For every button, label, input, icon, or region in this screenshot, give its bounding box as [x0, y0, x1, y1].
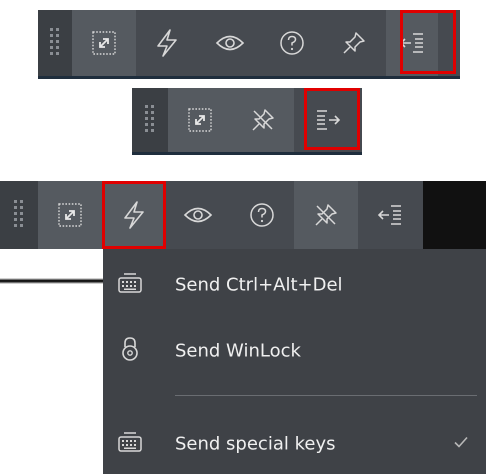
remote-desktop-background: [423, 181, 486, 249]
help-button[interactable]: [230, 181, 294, 249]
help-button[interactable]: [262, 10, 322, 76]
pin-button[interactable]: [322, 10, 386, 76]
eye-icon: [215, 35, 245, 51]
pin-icon: [343, 32, 365, 54]
eye-icon: [183, 207, 213, 223]
unpin-icon: [252, 109, 274, 131]
grip-icon: [145, 105, 154, 132]
lightning-icon: [124, 201, 144, 229]
fullscreen-button[interactable]: [168, 88, 232, 152]
checkmark-icon: [453, 435, 469, 454]
fullscreen-button[interactable]: [72, 10, 136, 76]
menu-item-send-ctrl-alt-del[interactable]: Send Ctrl+Alt+Del: [103, 255, 486, 315]
actions-button[interactable]: [102, 181, 166, 249]
help-circle-icon: [280, 31, 304, 55]
fullscreen-icon: [58, 203, 82, 227]
view-button[interactable]: [166, 181, 230, 249]
actions-menu: Send Ctrl+Alt+Del Send WinLock Send spec…: [103, 249, 486, 474]
unpin-button[interactable]: [232, 88, 294, 152]
lock-icon: [117, 336, 143, 366]
expand-right-icon: [317, 110, 341, 130]
lightning-icon: [157, 29, 177, 57]
expand-toolbar-button[interactable]: [294, 88, 362, 152]
grip-icon: [14, 200, 23, 227]
grip-handle[interactable]: [0, 181, 38, 249]
menu-item-label: Send Ctrl+Alt+Del: [175, 274, 343, 296]
toolbar-expanded: [38, 10, 460, 79]
view-button[interactable]: [198, 10, 262, 76]
keyboard-icon: [117, 431, 143, 457]
menu-item-label: Send WinLock: [175, 340, 301, 362]
keyboard-icon: [117, 272, 143, 298]
menu-item-send-special-keys[interactable]: Send special keys: [103, 414, 486, 474]
remote-desktop-edge: [0, 278, 103, 284]
menu-separator: [175, 395, 477, 396]
grip-icon: [50, 28, 59, 55]
unpin-icon: [315, 204, 337, 226]
menu-item-send-winlock[interactable]: Send WinLock: [103, 321, 486, 381]
toolbar-with-menu: [0, 181, 486, 249]
unpin-button[interactable]: [294, 181, 358, 249]
grip-handle[interactable]: [132, 88, 168, 152]
collapse-toolbar-button[interactable]: [386, 10, 438, 76]
fullscreen-icon: [92, 31, 116, 55]
collapse-toolbar-button[interactable]: [358, 181, 422, 249]
fullscreen-icon: [188, 108, 212, 132]
menu-item-label: Send special keys: [175, 433, 336, 455]
grip-handle[interactable]: [38, 10, 72, 76]
actions-button[interactable]: [136, 10, 198, 76]
collapse-left-icon: [377, 205, 401, 225]
collapse-left-icon: [399, 33, 423, 53]
fullscreen-button[interactable]: [38, 181, 102, 249]
toolbar-collapsed: [132, 88, 362, 155]
help-circle-icon: [250, 203, 274, 227]
